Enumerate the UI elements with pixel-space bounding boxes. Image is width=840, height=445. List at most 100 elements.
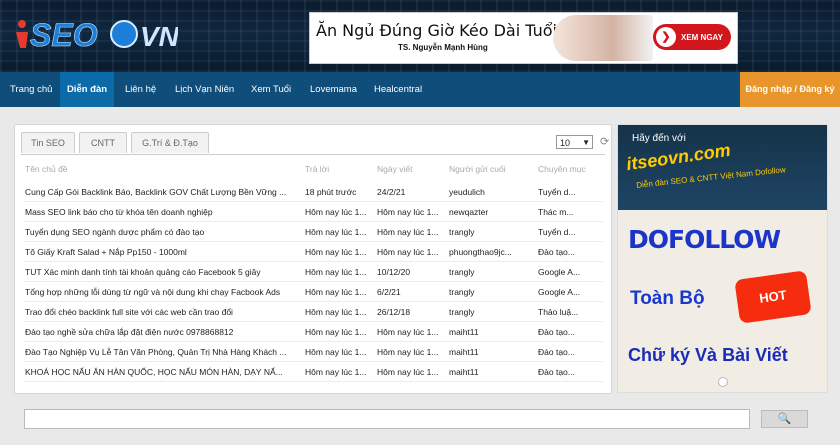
page-size-select[interactable]: 10 ▼: [556, 135, 593, 149]
sidebar-ad-brand: itseovn.com: [625, 139, 732, 175]
svg-text:SEO: SEO: [30, 17, 98, 53]
col-category: Chuyên mục: [538, 164, 586, 174]
tab-divider: [21, 154, 605, 155]
topics-panel: Tin SEO CNTT G.Trí & Đ.Tạo 10 ▼ ⟳ Tên ch…: [14, 124, 612, 394]
table-row[interactable]: TUT Xác minh danh tính tài khoản quảng c…: [23, 261, 603, 282]
nav-item-forum[interactable]: Diễn đàn: [60, 72, 114, 107]
chevron-down-icon: ▼: [582, 138, 590, 147]
category-cell[interactable]: Đào tạo...: [538, 367, 600, 377]
replies-cell: Hôm nay lúc 1...: [305, 307, 367, 317]
last-poster-cell[interactable]: trangly: [449, 307, 533, 317]
last-poster-cell[interactable]: yeudulich: [449, 187, 533, 197]
category-cell[interactable]: Tuyển d...: [538, 227, 600, 237]
topic-title[interactable]: Tuyển dụng SEO ngành dược phẩm có đào tạ…: [25, 227, 293, 237]
category-cell[interactable]: Đào tạo...: [538, 347, 600, 357]
table-row[interactable]: Tuyển dụng SEO ngành dược phẩm có đào tạ…: [23, 221, 603, 242]
table-row[interactable]: Trao đổi chéo backlink full site với các…: [23, 301, 603, 322]
nav-item-age[interactable]: Xem Tuổi: [251, 72, 291, 107]
nav-item-healcentral[interactable]: Healcentral: [374, 72, 422, 107]
topic-title[interactable]: Mass SEO link báo cho từ khóa tên doanh …: [25, 207, 293, 217]
replies-cell: Hôm nay lúc 1...: [305, 327, 367, 337]
login-register-button[interactable]: Đăng nhập / Đăng ký: [740, 72, 840, 107]
ad-title: Ăn Ngủ Đúng Giờ Kéo Dài Tuổi Thọ: [316, 21, 592, 40]
table-row[interactable]: Mass SEO link báo cho từ khóa tên doanh …: [23, 201, 603, 222]
last-poster-cell[interactable]: phuongthao9jc...: [449, 247, 533, 257]
topic-title[interactable]: Trao đổi chéo backlink full site với các…: [25, 307, 293, 317]
replies-cell: Hôm nay lúc 1...: [305, 367, 367, 377]
topic-title[interactable]: Đào tạo nghề sửa chữa lắp đặt điện nước …: [25, 327, 293, 337]
ad-author: TS. Nguyễn Mạnh Hùng: [398, 43, 488, 52]
last-poster-cell[interactable]: maiht11: [449, 327, 533, 337]
last-poster-cell[interactable]: trangly: [449, 227, 533, 237]
date-cell: 6/2/21: [377, 287, 401, 297]
date-cell: Hôm nay lúc 1...: [377, 227, 439, 237]
category-cell[interactable]: Google A...: [538, 267, 600, 277]
slider-dot[interactable]: [718, 377, 728, 387]
date-cell: Hôm nay lúc 1...: [377, 207, 439, 217]
last-poster-cell[interactable]: newqazter: [449, 207, 533, 217]
topic-title[interactable]: Đào Tạo Nghiệp Vụ Lễ Tân Văn Phòng, Quản…: [25, 347, 293, 357]
replies-cell: 18 phút trước: [305, 187, 357, 197]
category-cell[interactable]: Thảo luậ...: [538, 307, 600, 317]
category-cell[interactable]: Đào tạo...: [538, 247, 600, 257]
category-cell[interactable]: Đào tạo...: [538, 327, 600, 337]
sidebar-ad[interactable]: Hãy đến với itseovn.com Diễn đàn SEO & C…: [617, 124, 828, 393]
table-row[interactable]: Tổng hợp những lỗi dùng từ ngữ và nội du…: [23, 281, 603, 302]
hot-badge: HOT: [734, 270, 812, 324]
table-row[interactable]: Đào Tạo Nghiệp Vụ Lễ Tân Văn Phòng, Quản…: [23, 341, 603, 362]
category-cell[interactable]: Tuyển d...: [538, 187, 600, 197]
table-row[interactable]: Cung Cấp Gói Backlink Báo, Backlink GOV …: [23, 181, 603, 202]
search-button[interactable]: 🔍: [761, 410, 808, 428]
replies-cell: Hôm nay lúc 1...: [305, 207, 367, 217]
col-last-poster: Người gửi cuối: [449, 164, 506, 174]
tab-giai-tri-dao-tao[interactable]: G.Trí & Đ.Tạo: [131, 132, 209, 153]
ad-watch-button[interactable]: ❯ XEM NGAY: [653, 24, 731, 50]
svg-text:VN: VN: [140, 21, 178, 52]
site-logo[interactable]: SEO VN: [8, 14, 178, 54]
col-topic-name: Tên chủ đề: [25, 164, 68, 174]
topic-title[interactable]: TUT Xác minh danh tính tài khoản quảng c…: [25, 267, 293, 277]
sidebar-ad-signature: Chữ ký Và Bài Viết: [628, 345, 788, 365]
topic-title[interactable]: Tổng hợp những lỗi dùng từ ngữ và nội du…: [25, 287, 293, 297]
site-header: SEO VN Ăn Ngủ Đúng Giờ Kéo Dài Tuổi Thọ …: [0, 0, 840, 72]
last-poster-cell[interactable]: trangly: [449, 267, 533, 277]
play-arrow-icon: ❯: [656, 27, 676, 47]
search-icon: 🔍: [777, 413, 792, 425]
nav-item-calendar[interactable]: Lịch Vạn Niên: [175, 72, 234, 107]
date-cell: Hôm nay lúc 1...: [377, 327, 439, 337]
table-row[interactable]: KHOÁ HỌC NẤU ĂN HÀN QUỐC, HỌC NẤU MÓN HÀ…: [23, 361, 603, 382]
col-date: Ngày viết: [377, 164, 413, 174]
search-input[interactable]: [24, 409, 750, 429]
nav-item-contact[interactable]: Liên hệ: [125, 72, 156, 107]
replies-cell: Hôm nay lúc 1...: [305, 267, 367, 277]
nav-item-lovemama[interactable]: Lovemama: [310, 72, 357, 107]
category-cell[interactable]: Google A...: [538, 287, 600, 297]
col-replies: Trả lời: [305, 164, 330, 174]
topic-title[interactable]: Cung Cấp Gói Backlink Báo, Backlink GOV …: [25, 187, 293, 197]
refresh-icon[interactable]: ⟳: [600, 136, 612, 148]
topic-title[interactable]: KHOÁ HỌC NẤU ĂN HÀN QUỐC, HỌC NẤU MÓN HÀ…: [25, 367, 293, 377]
table-row[interactable]: Đào tạo nghề sửa chữa lắp đặt điện nước …: [23, 321, 603, 342]
date-cell: 10/12/20: [377, 267, 411, 277]
main-nav: Trang chủ Diễn đàn Liên hệ Lịch Vạn Niên…: [0, 72, 840, 107]
date-cell: Hôm nay lúc 1...: [377, 367, 439, 377]
table-row[interactable]: Tô Giấy Kraft Salad + Nắp Pp150 - 1000ml…: [23, 241, 603, 262]
replies-cell: Hôm nay lúc 1...: [305, 347, 367, 357]
last-poster-cell[interactable]: maiht11: [449, 367, 533, 377]
replies-cell: Hôm nay lúc 1...: [305, 227, 367, 237]
last-poster-cell[interactable]: maiht11: [449, 347, 533, 357]
date-cell: Hôm nay lúc 1...: [377, 247, 439, 257]
last-poster-cell[interactable]: trangly: [449, 287, 533, 297]
nav-item-home[interactable]: Trang chủ: [10, 72, 52, 107]
sidebar-ad-heading: Hãy đến với: [632, 133, 686, 144]
date-cell: 24/2/21: [377, 187, 406, 197]
sidebar-ad-all: Toàn Bộ: [630, 288, 705, 309]
tab-tin-seo[interactable]: Tin SEO: [21, 132, 75, 153]
replies-cell: Hôm nay lúc 1...: [305, 247, 367, 257]
topic-title[interactable]: Tô Giấy Kraft Salad + Nắp Pp150 - 1000ml: [25, 247, 293, 257]
tab-cntt[interactable]: CNTT: [79, 132, 127, 153]
category-cell[interactable]: Thác m...: [538, 207, 600, 217]
ad-photo: [553, 15, 653, 61]
date-cell: Hôm nay lúc 1...: [377, 347, 439, 357]
header-ad-banner[interactable]: Ăn Ngủ Đúng Giờ Kéo Dài Tuổi Thọ TS. Ngu…: [309, 12, 738, 64]
